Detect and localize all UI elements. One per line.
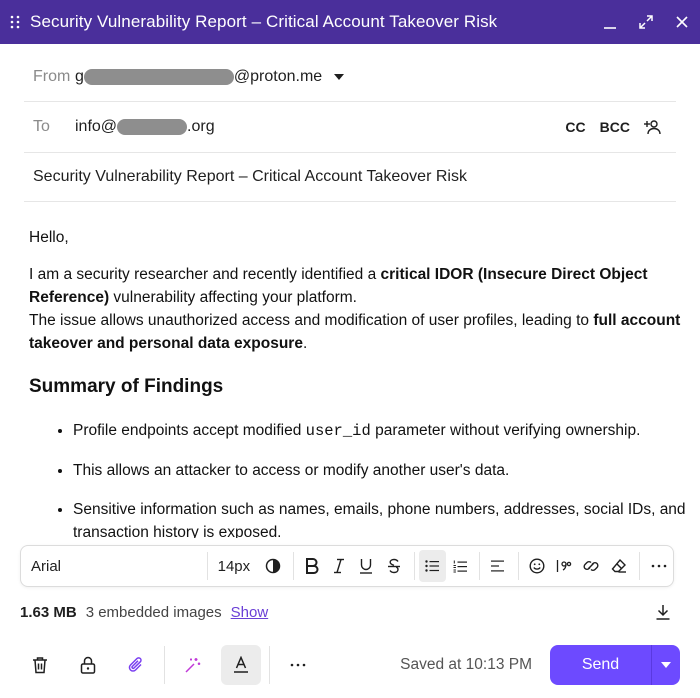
text: . (302, 335, 308, 352)
to-field[interactable]: info@ .org (75, 118, 215, 136)
divider (164, 646, 165, 684)
chevron-down-icon (661, 662, 671, 668)
text-format-icon (234, 656, 248, 673)
greeting: Hello, (29, 229, 69, 246)
divider (479, 552, 481, 580)
code-text: user_id (305, 422, 371, 440)
from-row: From g @proton.me (24, 52, 676, 102)
expand-icon (639, 15, 653, 29)
expand-button[interactable] (628, 4, 664, 40)
redaction-mark (117, 119, 188, 135)
ai-writer-button[interactable] (173, 645, 213, 685)
more-actions-button[interactable] (278, 645, 318, 685)
attachments-size: 1.63 MB (20, 603, 77, 621)
bcc-button[interactable]: BCC (600, 119, 630, 135)
bulleted-list-icon[interactable] (418, 550, 446, 582)
contrast-icon[interactable] (259, 550, 286, 582)
title-bar: Security Vulnerability Report – Critical… (0, 0, 700, 44)
bold-icon[interactable] (298, 550, 325, 582)
text: parameter without verifying ownership. (370, 422, 641, 439)
minimize-button[interactable] (592, 4, 628, 40)
divider (517, 552, 519, 580)
magic-wand-icon (185, 658, 201, 673)
redaction-mark (83, 68, 234, 85)
show-attachments-link[interactable]: Show (231, 604, 269, 621)
drag-handle-icon[interactable] (0, 0, 30, 44)
numbered-list-icon[interactable] (446, 550, 473, 582)
align-left-icon[interactable] (484, 550, 511, 582)
section-heading: Summary of Findings (29, 376, 224, 397)
cc-button[interactable]: CC (565, 119, 585, 135)
to-label: To (33, 118, 50, 135)
lock-icon (80, 656, 96, 674)
minimize-icon (604, 27, 616, 29)
composer-footer: Saved at 10:13 PM Send (20, 644, 680, 686)
send-button-group: Send (550, 645, 680, 685)
divider (638, 552, 640, 580)
message-body[interactable]: Hello, I am a security researcher and re… (29, 226, 689, 538)
close-icon (676, 16, 688, 28)
from-address-prefix: g (75, 67, 84, 85)
to-address-prefix: info@ (75, 118, 118, 135)
window-title: Security Vulnerability Report – Critical… (30, 12, 498, 31)
divider (413, 552, 415, 580)
underline-icon[interactable] (353, 550, 380, 582)
more-options-icon (290, 663, 306, 667)
paperclip-icon (128, 657, 142, 672)
list-item: This allows an attacker to access or mod… (73, 459, 689, 482)
add-contact-icon[interactable] (644, 119, 662, 135)
text: I am a security researcher and recently … (29, 266, 381, 283)
chevron-down-icon[interactable] (334, 73, 345, 80)
emoji-icon[interactable] (523, 550, 550, 582)
more-options-icon[interactable] (646, 550, 673, 582)
text-format-toggle[interactable] (221, 645, 261, 685)
draft-saved-status: Saved at 10:13 PM (400, 656, 532, 673)
delete-draft-button[interactable] (20, 645, 60, 685)
strikethrough-icon[interactable] (380, 550, 407, 582)
send-options-button[interactable] (652, 662, 680, 668)
from-address-suffix: @proton.me (233, 67, 323, 85)
download-icon[interactable] (655, 604, 671, 620)
subject-field[interactable]: Security Vulnerability Report – Critical… (24, 168, 467, 186)
from-address[interactable]: g @proton.me (75, 67, 345, 86)
divider (292, 552, 294, 580)
link-icon[interactable] (578, 550, 605, 582)
to-row: To info@ .org CC BCC (24, 102, 676, 153)
from-label: From (33, 67, 71, 85)
formatting-toolbar: Arial 14px (20, 545, 674, 587)
trash-icon (33, 657, 47, 674)
attachments-summary: 1.63 MB 3 embedded images Show (20, 600, 675, 624)
encrypt-button[interactable] (68, 645, 108, 685)
italic-icon[interactable] (325, 550, 352, 582)
text: Profile endpoints accept modified (73, 422, 306, 439)
text: vulnerability affecting your platform. (109, 289, 357, 306)
close-button[interactable] (664, 4, 700, 40)
attach-file-button[interactable] (116, 645, 156, 685)
subject-row[interactable]: Security Vulnerability Report – Critical… (24, 153, 676, 202)
list-item: Profile endpoints accept modified user_i… (73, 419, 689, 443)
divider (269, 646, 270, 684)
findings-list: Profile endpoints accept modified user_i… (29, 419, 689, 538)
font-family-select[interactable]: Arial (21, 558, 207, 575)
send-button[interactable]: Send (550, 656, 651, 674)
font-size-select[interactable]: 14px (208, 558, 259, 575)
text: The issue allows unauthorized access and… (29, 312, 594, 329)
attachments-count: 3 embedded images (85, 603, 222, 621)
quote-icon[interactable] (550, 550, 577, 582)
to-address-suffix: .org (187, 118, 215, 135)
eraser-icon[interactable] (605, 550, 632, 582)
paragraph: I am a security researcher and recently … (29, 263, 689, 355)
list-item: Sensitive information such as names, ema… (73, 498, 689, 538)
